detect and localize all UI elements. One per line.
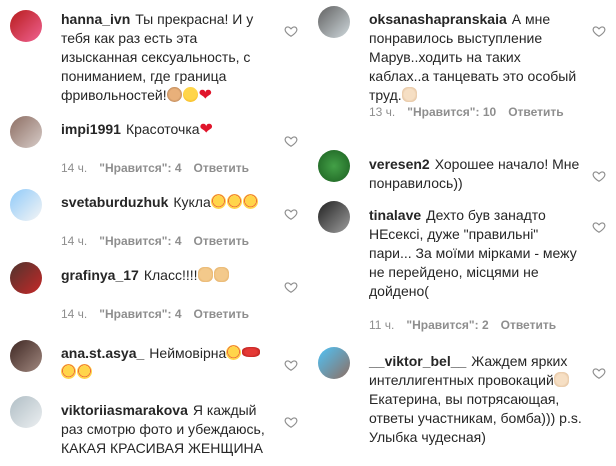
comment-text: hanna_ivn Ты прекрасна! И у тебя как раз … — [61, 10, 276, 105]
comment-body-continued: Екатерина, вы потрясающая, ответы участн… — [369, 391, 582, 445]
comment-body: Класс!!!! — [143, 267, 198, 283]
muscle-emoji — [401, 87, 417, 102]
avatar[interactable] — [318, 201, 350, 233]
star-eyes-emoji — [226, 345, 242, 360]
heart-emoji: ❤ — [198, 87, 213, 104]
comment-username[interactable]: grafinya_17 — [61, 267, 139, 283]
comment-meta: 11 ч. "Нравится": 2 Ответить — [369, 318, 568, 332]
likes-number: 4 — [174, 307, 182, 321]
monkey-emoji — [166, 87, 182, 102]
like-heart-icon[interactable] — [592, 220, 606, 234]
like-heart-icon[interactable] — [592, 366, 606, 380]
likes-count[interactable]: "Нравится": 10 — [407, 105, 496, 119]
heart-emoji: ❤ — [199, 121, 213, 138]
comment-username[interactable]: ana.st.asya_ — [61, 345, 144, 361]
avatar[interactable] — [10, 262, 42, 294]
comment-time: 11 ч. — [369, 318, 395, 332]
reply-button[interactable]: Ответить — [501, 318, 556, 332]
comment-text: oksanashapranskaia А мне понравилось выст… — [369, 10, 584, 105]
reply-button[interactable]: Ответить — [194, 307, 249, 321]
likes-label: "Нравится" — [99, 161, 168, 175]
comment-username[interactable]: oksanashapranskaia — [369, 11, 507, 27]
comment-text: viktoriiasmarakova Я каждый раз смотрю фо… — [61, 401, 276, 458]
likes-label: "Нравится" — [406, 318, 475, 332]
likes-count[interactable]: "Нравится": 2 — [406, 318, 488, 332]
comment-text: impi1991 Красоточка❤ — [61, 120, 276, 139]
comment-time: 13 ч. — [369, 105, 396, 119]
comment-username[interactable]: tinalave — [369, 207, 421, 223]
comment-username[interactable]: __viktor_bel__ — [369, 353, 466, 369]
like-heart-icon[interactable] — [592, 24, 606, 38]
comment-text: grafinya_17 Класс!!!! — [61, 266, 276, 285]
likes-number: 4 — [174, 234, 182, 248]
comment-text: tinalave Дехто був занадто НЕсексі, дуже … — [369, 206, 584, 301]
comment-body: Неймовірна — [149, 345, 227, 361]
comment-meta: 14 ч. "Нравится": 4 Ответить — [61, 307, 261, 321]
like-heart-icon[interactable] — [284, 280, 298, 294]
muscle-emoji — [553, 372, 569, 387]
ok-hand-emoji — [213, 267, 229, 282]
star-eyes-emoji — [210, 194, 226, 209]
comment-meta: 13 ч. "Нравится": 10 Ответить — [369, 105, 576, 119]
avatar[interactable] — [10, 396, 42, 428]
avatar[interactable] — [10, 10, 42, 42]
like-heart-icon[interactable] — [284, 207, 298, 221]
comments-column-right: oksanashapranskaia А мне понравилось выст… — [308, 0, 616, 466]
avatar[interactable] — [318, 150, 350, 182]
comment-username[interactable]: hanna_ivn — [61, 11, 130, 27]
comment-text: veresen2 Хорошее начало! Мне понравилось)… — [369, 155, 584, 193]
star-eyes-emoji — [77, 364, 92, 379]
avatar[interactable] — [318, 347, 350, 379]
likes-number: 2 — [481, 318, 489, 332]
comment-username[interactable]: veresen2 — [369, 156, 430, 172]
comment-username[interactable]: impi1991 — [61, 121, 121, 137]
likes-label: "Нравится" — [99, 234, 168, 248]
star-eyes-emoji — [226, 194, 242, 209]
avatar[interactable] — [10, 340, 42, 372]
face-emoji — [182, 87, 198, 102]
comment-text: svetaburduzhuk Кукла — [61, 193, 276, 212]
likes-label: "Нравится" — [99, 307, 168, 321]
comment-text: ana.st.asya_ Неймовірна — [61, 344, 276, 382]
likes-count[interactable]: "Нравится": 4 — [99, 161, 181, 175]
comment-body: Кукла — [173, 194, 211, 210]
like-heart-icon[interactable] — [284, 24, 298, 38]
star-eyes-emoji — [242, 194, 258, 209]
star-eyes-emoji — [61, 364, 76, 379]
comment-time: 14 ч. — [61, 234, 88, 248]
likes-count[interactable]: "Нравится": 4 — [99, 307, 181, 321]
reply-button[interactable]: Ответить — [194, 234, 249, 248]
comments-column-left: hanna_ivn Ты прекрасна! И у тебя как раз … — [0, 0, 308, 466]
likes-number: 10 — [482, 105, 497, 119]
like-heart-icon[interactable] — [592, 169, 606, 183]
kiss-emoji — [242, 347, 261, 357]
avatar[interactable] — [318, 6, 350, 38]
reply-button[interactable]: Ответить — [194, 161, 249, 175]
comment-time: 14 ч. — [61, 161, 88, 175]
comment-meta: 14 ч. "Нравится": 4 Ответить — [61, 234, 261, 248]
comment-body: Красоточка — [125, 121, 200, 137]
avatar[interactable] — [10, 189, 42, 221]
reply-button[interactable]: Ответить — [508, 105, 563, 119]
comment-time: 14 ч. — [61, 307, 88, 321]
like-heart-icon[interactable] — [284, 358, 298, 372]
avatar[interactable] — [10, 116, 42, 148]
likes-count[interactable]: "Нравится": 4 — [99, 234, 181, 248]
likes-label: "Нравится" — [407, 105, 476, 119]
comment-text: __viktor_bel__ Жаждем ярких интеллигентны… — [369, 352, 584, 447]
comment-username[interactable]: viktoriiasmarakova — [61, 402, 188, 418]
likes-number: 4 — [174, 161, 182, 175]
like-heart-icon[interactable] — [284, 134, 298, 148]
ok-hand-emoji — [197, 267, 213, 282]
like-heart-icon[interactable] — [284, 415, 298, 429]
comment-username[interactable]: svetaburduzhuk — [61, 194, 168, 210]
comment-meta: 14 ч. "Нравится": 4 Ответить — [61, 161, 261, 175]
